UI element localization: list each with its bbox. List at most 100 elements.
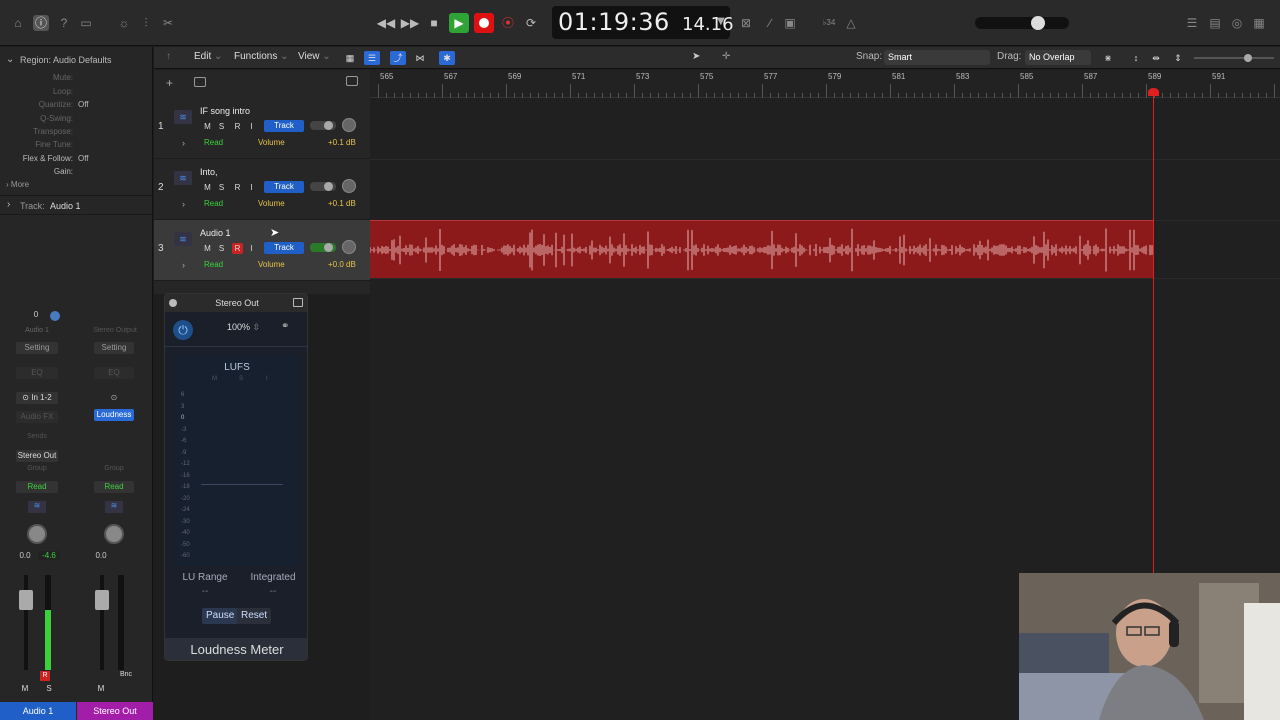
strip1-record-button[interactable]: R bbox=[40, 671, 50, 681]
automation-parameter[interactable]: Volume bbox=[258, 138, 285, 147]
track-header-selected[interactable]: 3 ≋ Audio 1 M S R I Track › Read Volume … bbox=[154, 220, 370, 281]
region-inspector-title[interactable]: Region: Audio Defaults bbox=[20, 55, 112, 65]
zoom-slider[interactable] bbox=[1194, 54, 1274, 62]
track-name[interactable]: Audio 1 bbox=[200, 228, 231, 238]
duplicate-track-icon[interactable] bbox=[194, 77, 206, 87]
pointer-tool-icon[interactable]: ➤ bbox=[692, 51, 700, 62]
track-volume-slider[interactable] bbox=[310, 243, 336, 252]
playhead-handle[interactable] bbox=[1148, 88, 1159, 96]
strip1-group[interactable]: Group bbox=[16, 465, 58, 472]
add-track-icon[interactable]: + bbox=[166, 76, 173, 90]
library-icon[interactable]: ⌂ bbox=[10, 15, 26, 31]
grid-view-icon[interactable]: ▦ bbox=[342, 51, 358, 65]
play-button[interactable]: ▶ bbox=[449, 13, 469, 33]
list-view-icon[interactable]: ☰ bbox=[364, 51, 380, 65]
pan-knob[interactable] bbox=[342, 240, 356, 254]
inspector-icon[interactable]: ⓘ bbox=[33, 15, 49, 31]
catch-icon[interactable]: ✱ bbox=[439, 51, 455, 65]
snap-select[interactable]: Smart bbox=[884, 50, 990, 65]
track-name[interactable]: IF song intro bbox=[200, 106, 250, 116]
mute-button[interactable]: M bbox=[202, 121, 213, 132]
solo-button[interactable]: S bbox=[216, 121, 227, 132]
chevron-right-icon[interactable]: › bbox=[182, 260, 185, 270]
plugin-mix-value[interactable]: 100% ⇳ bbox=[227, 322, 260, 333]
rewind-button[interactable]: ◀◀ bbox=[376, 13, 396, 33]
strip1-mute-button[interactable]: M bbox=[20, 684, 30, 694]
input-monitor-button[interactable]: I bbox=[246, 121, 257, 132]
track-volume-slider[interactable] bbox=[310, 121, 336, 130]
count-in-icon[interactable]: ▣ bbox=[782, 15, 798, 31]
solo-button[interactable]: S bbox=[216, 243, 227, 254]
track-name[interactable]: Into, bbox=[200, 167, 218, 177]
editors-icon[interactable]: ✂ bbox=[160, 15, 176, 31]
fast-forward-button[interactable]: ▶▶ bbox=[400, 13, 420, 33]
height-icon[interactable]: ⇕ bbox=[1170, 51, 1186, 65]
reset-button[interactable]: Reset bbox=[237, 608, 272, 624]
mute-button[interactable]: M bbox=[202, 182, 213, 193]
back-arrow-icon[interactable]: ↑ bbox=[166, 51, 171, 62]
chevron-down-icon[interactable]: ⌄ bbox=[6, 54, 14, 65]
drag-select[interactable]: No Overlap bbox=[1025, 50, 1091, 65]
smart-controls-icon[interactable]: ☼ bbox=[116, 15, 132, 31]
stop-button[interactable]: ■ bbox=[424, 13, 444, 33]
slider-knob[interactable] bbox=[324, 243, 333, 252]
slider-knob[interactable] bbox=[1031, 16, 1045, 30]
plugin-title-bar[interactable]: Stereo Out bbox=[165, 294, 307, 312]
strip2-eq-button[interactable]: EQ bbox=[94, 367, 134, 379]
master-volume-slider[interactable] bbox=[975, 16, 1069, 30]
strip1-audio-fx[interactable]: Audio FX bbox=[16, 411, 58, 423]
global-tracks-icon[interactable] bbox=[346, 76, 358, 86]
link-icon[interactable]: ⚭ bbox=[281, 321, 293, 333]
strip2-setting-button[interactable]: Setting bbox=[94, 342, 134, 354]
track-mode-button[interactable]: Track bbox=[264, 242, 304, 254]
input-monitor-button[interactable]: I bbox=[246, 243, 257, 254]
automation-mode[interactable]: Read bbox=[204, 260, 223, 269]
edit-menu[interactable]: Edit ⌄ bbox=[194, 51, 222, 62]
track-mode-button[interactable]: Track bbox=[264, 120, 304, 132]
close-icon[interactable] bbox=[169, 299, 177, 307]
track-volume-slider[interactable] bbox=[310, 182, 336, 191]
strip1-input-slot[interactable]: ⊙ In 1-2 bbox=[16, 392, 58, 404]
automation-icon[interactable]: ⤴ bbox=[390, 51, 406, 65]
list-editors-icon[interactable]: ☰ bbox=[1184, 15, 1200, 31]
record-button[interactable] bbox=[474, 13, 494, 33]
solo-mode-icon[interactable]: ∕ bbox=[762, 15, 778, 31]
strip1-fader[interactable] bbox=[19, 590, 33, 610]
strip1-solo-button[interactable]: S bbox=[44, 684, 54, 694]
automation-mode[interactable]: Read bbox=[204, 138, 223, 147]
key-signature[interactable]: ♭34 bbox=[818, 15, 840, 31]
functions-menu[interactable]: Functions ⌄ bbox=[234, 51, 289, 62]
secondary-tool-icon[interactable]: ✛ bbox=[722, 51, 730, 62]
playhead[interactable] bbox=[1153, 90, 1154, 590]
tuner-icon[interactable]: ⊠ bbox=[738, 15, 754, 31]
automation-value[interactable]: +0.1 dB bbox=[328, 138, 356, 147]
input-monitor-button[interactable]: I bbox=[246, 182, 257, 193]
pan-knob[interactable] bbox=[342, 179, 356, 193]
bar-ruler[interactable]: 565 567 569 571 573 575 577 579 581 583 … bbox=[370, 70, 1280, 98]
toolbar-icon[interactable]: ▭ bbox=[78, 15, 94, 31]
strip2-automation[interactable]: Read bbox=[94, 481, 134, 493]
track-header[interactable]: 1 ≋ IF song intro M S R I Track › Read V… bbox=[154, 98, 370, 159]
flex-icon[interactable]: ⋈ bbox=[412, 51, 428, 65]
track-mode-button[interactable]: Track bbox=[264, 181, 304, 193]
strip2-label[interactable]: Stereo Out bbox=[77, 702, 153, 720]
automation-parameter[interactable]: Volume bbox=[258, 199, 285, 208]
record-enable-button[interactable]: R bbox=[232, 182, 243, 193]
strip2-group[interactable]: Group bbox=[94, 465, 134, 472]
power-icon[interactable]: ⏻ bbox=[173, 320, 193, 340]
track-header[interactable]: 2 ≋ Into, M S R I Track › Read Volume +0… bbox=[154, 159, 370, 220]
mixer-icon[interactable]: ⫶ bbox=[138, 15, 154, 31]
plugin-window-icon[interactable] bbox=[293, 298, 303, 307]
automation-mode[interactable]: Read bbox=[204, 199, 223, 208]
strip1-sends[interactable]: Sends bbox=[16, 433, 58, 440]
solo-button[interactable]: S bbox=[216, 182, 227, 193]
slider-knob[interactable] bbox=[324, 121, 333, 130]
notepad-icon[interactable]: ▤ bbox=[1207, 15, 1223, 31]
more-disclosure[interactable]: › More bbox=[6, 180, 29, 189]
mute-button[interactable]: M bbox=[202, 243, 213, 254]
strip2-loudness-plugin[interactable]: Loudness bbox=[94, 409, 134, 421]
automation-value[interactable]: +0.1 dB bbox=[328, 199, 356, 208]
pause-button[interactable]: Pause bbox=[202, 608, 239, 624]
strip1-output[interactable]: Stereo Out bbox=[16, 450, 58, 462]
chevron-right-icon[interactable]: › bbox=[182, 199, 185, 209]
